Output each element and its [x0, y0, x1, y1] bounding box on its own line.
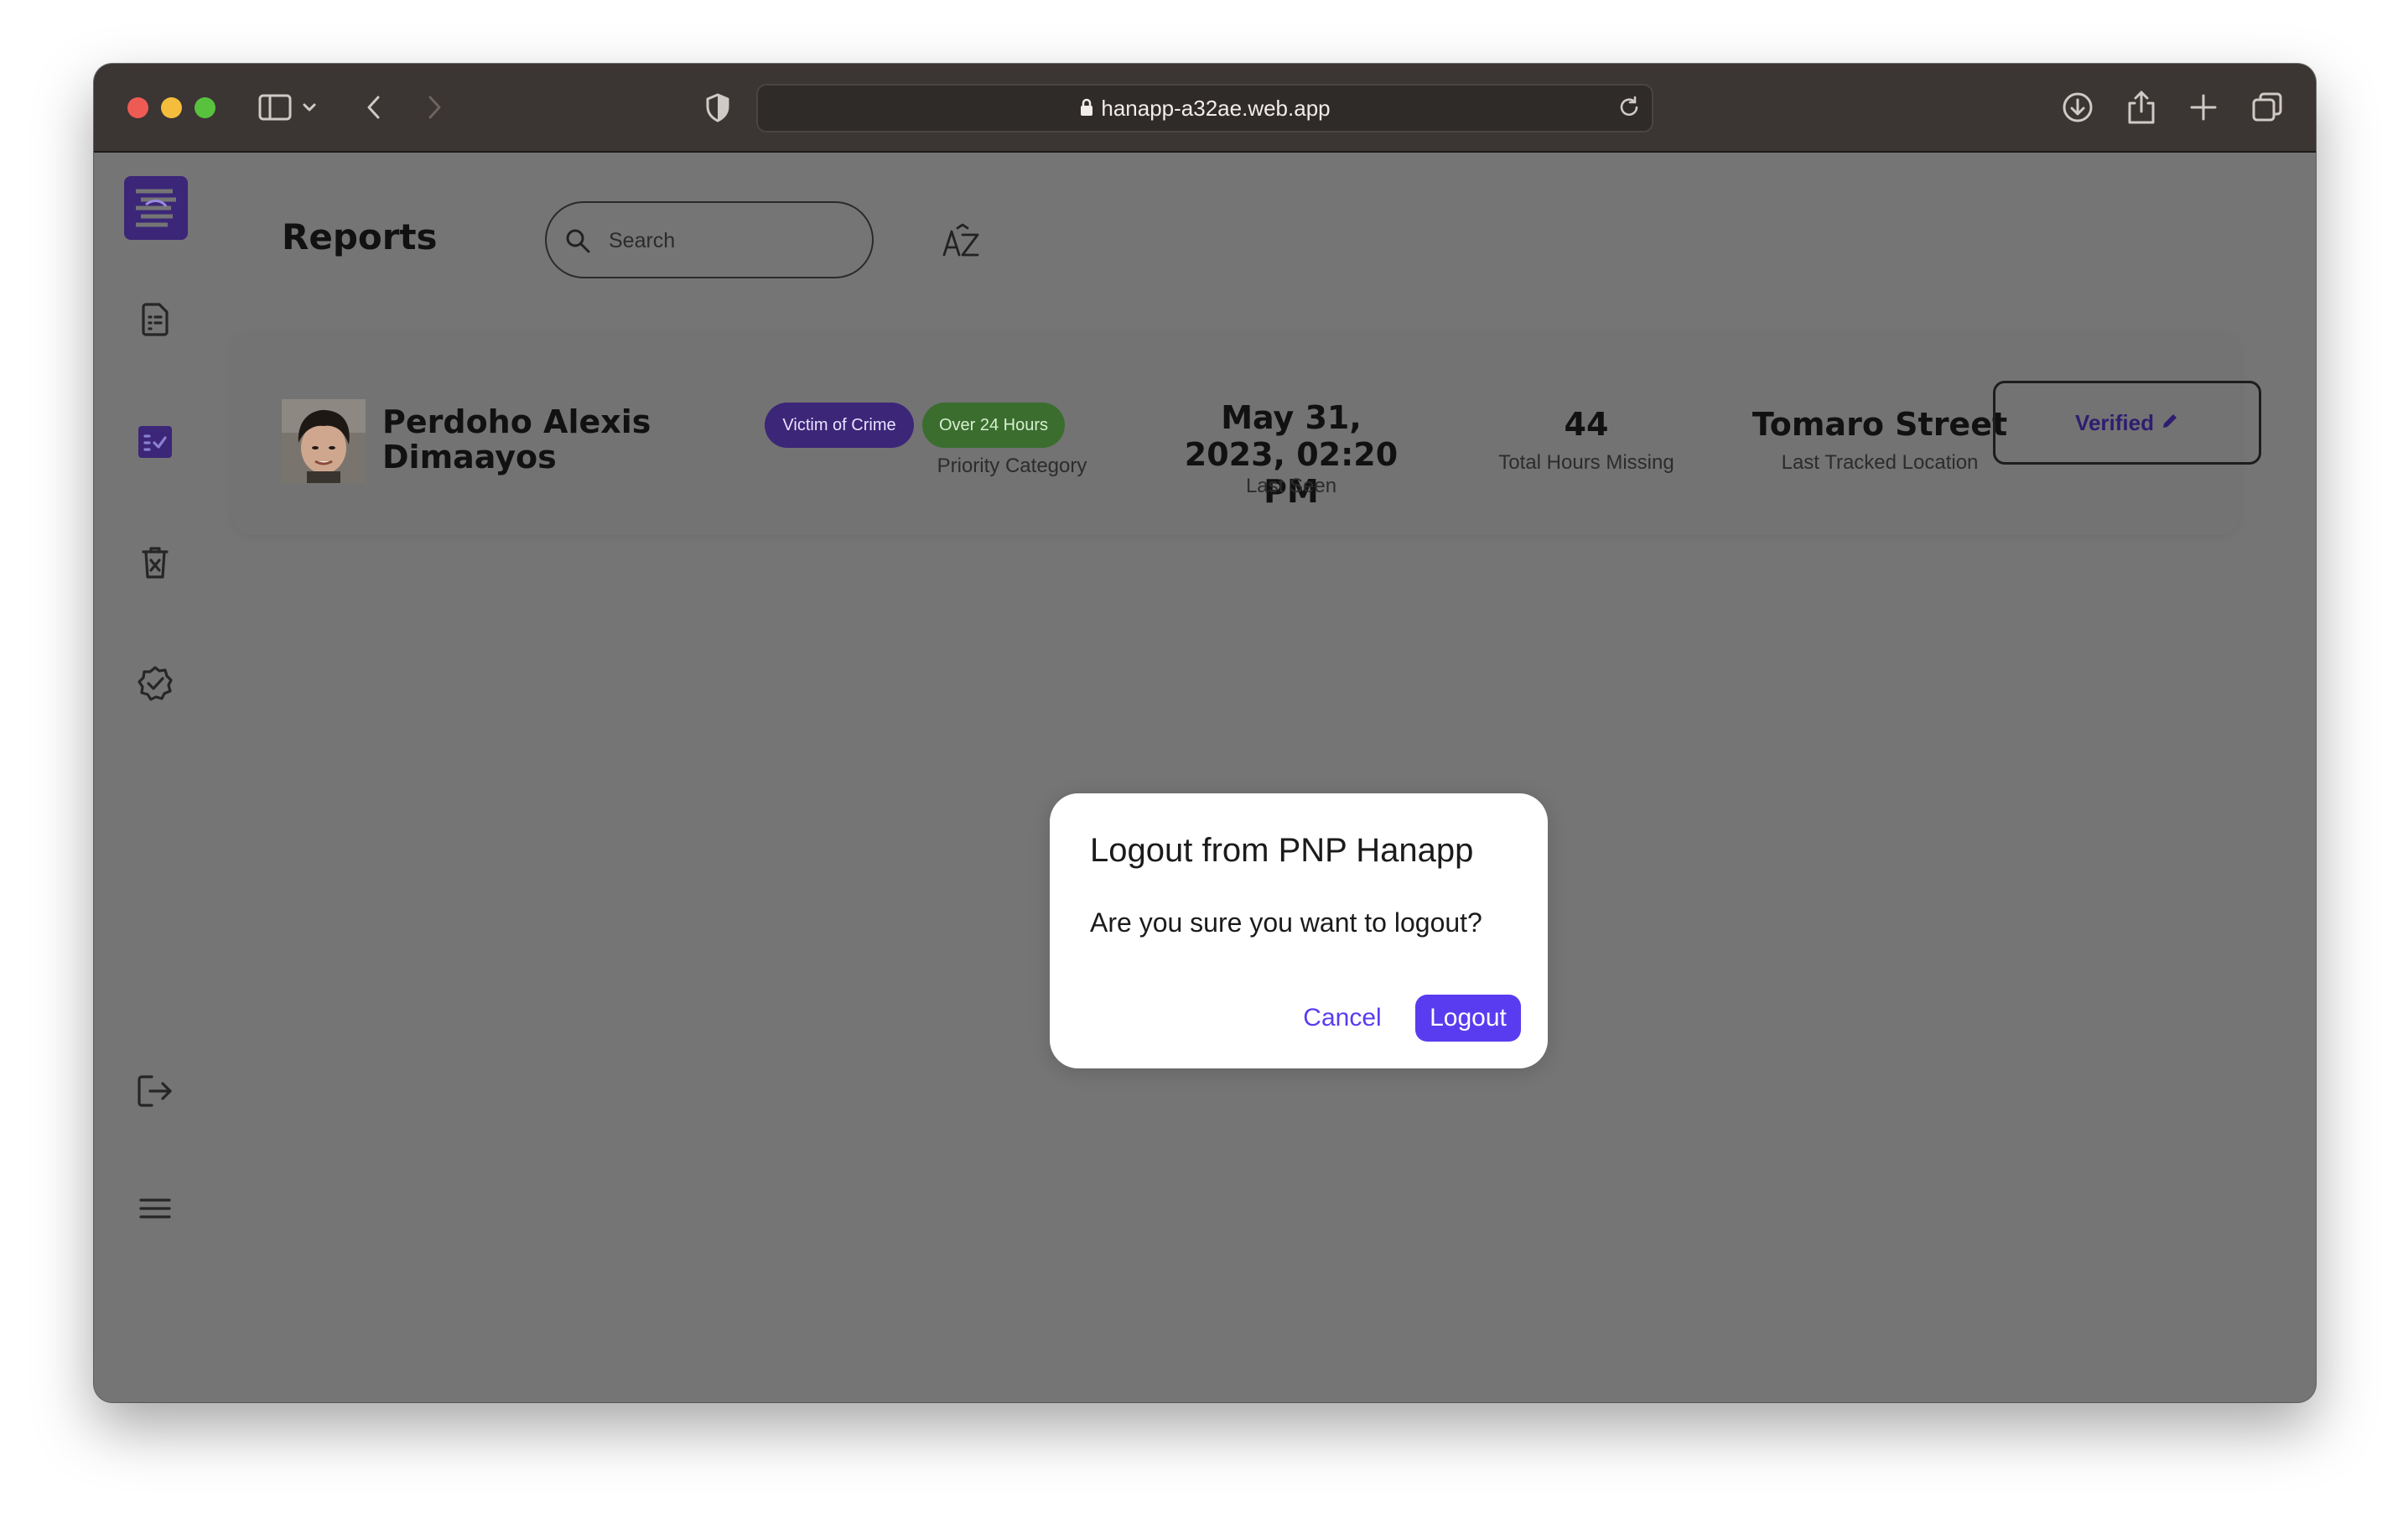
maximize-window-button[interactable]: [195, 97, 215, 118]
address-bar[interactable]: hanapp-a32ae.web.app: [756, 84, 1653, 133]
chevron-down-icon[interactable]: [298, 89, 320, 126]
logout-button[interactable]: Logout: [1415, 995, 1521, 1042]
close-window-button[interactable]: [127, 97, 148, 118]
priority-tag: Victim of Crime: [765, 403, 914, 448]
location-value: Tomaro Street: [1752, 406, 2008, 443]
download-icon[interactable]: [2059, 89, 2096, 126]
avatar: [282, 399, 366, 483]
menu-icon[interactable]: [136, 1189, 174, 1228]
hanapp-logo-icon[interactable]: [124, 176, 188, 240]
url-text: hanapp-a32ae.web.app: [1101, 96, 1331, 121]
share-icon[interactable]: [2123, 89, 2160, 126]
browser-window: hanapp-a32ae.web.app Reports Search Perd…: [94, 64, 2316, 1402]
new-tab-icon[interactable]: [2185, 89, 2222, 126]
tab-overview-icon[interactable]: [2249, 89, 2286, 126]
page-title: Reports: [282, 216, 438, 257]
privacy-shield-icon[interactable]: [699, 89, 736, 126]
logout-dialog: Logout from PNP Hanapp Are you sure you …: [1050, 793, 1548, 1068]
sidebar-toggle-icon[interactable]: [257, 89, 293, 126]
last-seen-label: Last Seen: [1245, 475, 1337, 497]
forward-icon[interactable]: [416, 89, 453, 126]
hours-missing-label: Total Hours Missing: [1498, 451, 1674, 474]
verified-label: Verified: [2075, 409, 2154, 435]
dialog-title: Logout from PNP Hanapp: [1090, 832, 1474, 869]
priority-category-label: Priority Category: [937, 455, 1087, 477]
location-label: Last Tracked Location: [1781, 451, 1979, 474]
dialog-message: Are you sure you want to logout?: [1090, 907, 1482, 938]
search-box[interactable]: [545, 201, 874, 278]
sort-az-icon[interactable]: [941, 221, 984, 260]
search-icon: [563, 226, 592, 259]
edit-pencil-icon: [2161, 410, 2179, 436]
trash-icon[interactable]: [136, 543, 174, 582]
minimize-window-button[interactable]: [161, 97, 182, 118]
documents-icon[interactable]: [136, 300, 174, 339]
web-content: Reports Search Perdoho Alexis Dimaayos V…: [94, 153, 2316, 1402]
reload-icon[interactable]: [1617, 94, 1642, 125]
search-input[interactable]: [607, 221, 862, 260]
logout-icon[interactable]: [136, 1072, 174, 1110]
cancel-button[interactable]: Cancel: [1295, 995, 1390, 1042]
verified-button[interactable]: Verified: [1993, 381, 2261, 465]
checklist-icon[interactable]: [136, 423, 174, 461]
duration-tag: Over 24 Hours: [922, 403, 1065, 448]
verified-badge-icon[interactable]: [136, 664, 174, 703]
lock-icon: [1079, 87, 1094, 133]
back-icon[interactable]: [355, 89, 392, 126]
person-name[interactable]: Perdoho Alexis Dimaayos: [382, 404, 667, 475]
browser-titlebar: hanapp-a32ae.web.app: [94, 64, 2316, 153]
hours-missing-value: 44: [1564, 406, 1609, 443]
